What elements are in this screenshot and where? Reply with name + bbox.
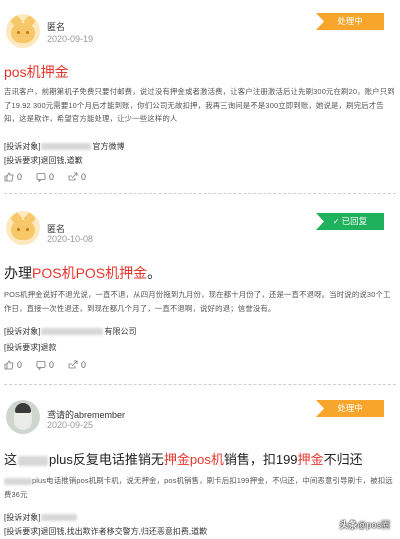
redacted-text [41,514,78,522]
redacted-text [4,477,32,485]
post-date: 2020-09-25 [47,420,94,430]
status-badge: 处理中 [316,400,384,417]
user-avatar[interactable] [6,400,40,434]
redacted-text [18,455,49,466]
complaint-target: [投诉对象] [4,512,78,523]
post-title[interactable]: 这 plus反复电话推销无押金pos机销售，扣199押金不归还 [4,449,363,468]
watermark: 头条@pos圈 [339,520,390,530]
complaint-card: 鸢请的abremember 2020-09-25 处理中 这 plus反复电话推销… [0,0,400,539]
post-body: plus电话推销pos机刷卡机，说无押金，pos机销售，刷卡后扣199押金，不归… [4,476,393,499]
complaint-request: [投诉要求]退回钱,找出欺诈者移交警方,归还恶意扣费,道歉 [4,527,208,536]
